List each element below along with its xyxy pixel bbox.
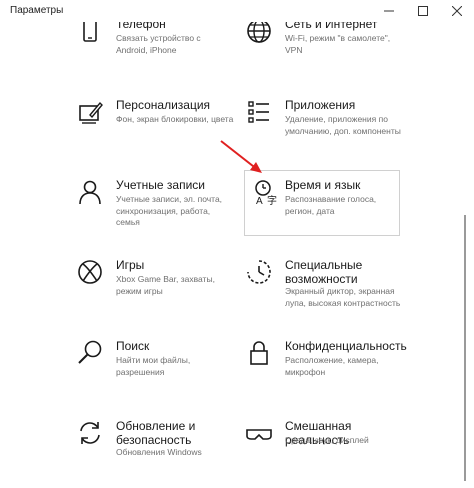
annotation-arrow	[220, 140, 262, 173]
